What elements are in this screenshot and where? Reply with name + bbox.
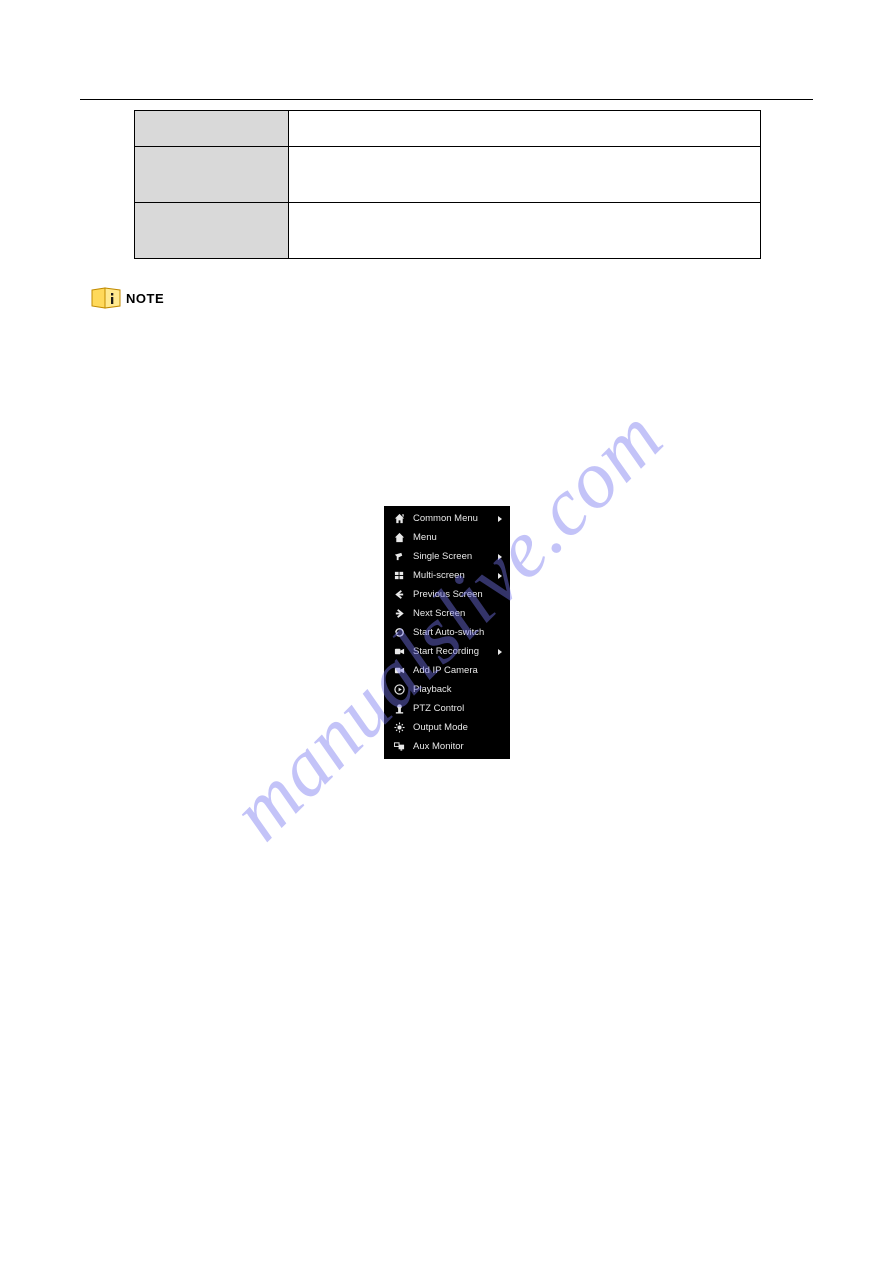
- arrow-right-icon: [394, 608, 405, 619]
- table-label-cell: [135, 147, 289, 203]
- refresh-icon: [394, 627, 405, 638]
- ptz-icon: [394, 703, 405, 714]
- table-desc-cell: [289, 111, 761, 147]
- camera-tilt-icon: [394, 551, 405, 562]
- table-label-cell: [135, 203, 289, 259]
- table-label-cell: [135, 111, 289, 147]
- menu-item-label: Start Auto-switch: [413, 627, 502, 638]
- menu-item-label: Common Menu: [413, 513, 490, 524]
- menu-item-multi-screen[interactable]: Multi-screen: [384, 566, 510, 585]
- menu-item-next-screen[interactable]: Next Screen: [384, 604, 510, 623]
- play-circle-icon: [394, 684, 405, 695]
- menu-item-output-mode[interactable]: Output Mode: [384, 718, 510, 737]
- table-row: [135, 147, 761, 203]
- menu-item-label: Previous Screen: [413, 589, 502, 600]
- menu-item-menu[interactable]: Menu: [384, 528, 510, 547]
- menu-item-label: Single Screen: [413, 551, 490, 562]
- home-icon: [394, 532, 405, 543]
- sun-icon: [394, 722, 405, 733]
- chevron-right-icon: [498, 649, 502, 655]
- menu-item-aux-monitor[interactable]: Aux Monitor: [384, 737, 510, 756]
- camcorder-plus-icon: [394, 665, 405, 676]
- menu-item-label: Output Mode: [413, 722, 502, 733]
- note-label: NOTE: [126, 291, 164, 306]
- menu-item-playback[interactable]: Playback: [384, 680, 510, 699]
- menu-item-label: Menu: [413, 532, 502, 543]
- menu-item-label: Playback: [413, 684, 502, 695]
- menu-item-label: Next Screen: [413, 608, 502, 619]
- menu-item-single-screen[interactable]: Single Screen: [384, 547, 510, 566]
- menu-item-label: Multi-screen: [413, 570, 490, 581]
- page-header: [80, 60, 813, 100]
- monitor-icon: [394, 741, 405, 752]
- arrow-left-icon: [394, 589, 405, 600]
- context-menu[interactable]: Common Menu Menu Single Screen Multi-screen…: [384, 506, 510, 759]
- note-callout: NOTE: [90, 287, 813, 309]
- menu-item-previous-screen[interactable]: Previous Screen: [384, 585, 510, 604]
- menu-item-label: PTZ Control: [413, 703, 502, 714]
- note-icon: [90, 287, 122, 309]
- table-desc-cell: [289, 147, 761, 203]
- camcorder-icon: [394, 646, 405, 657]
- table-row: [135, 111, 761, 147]
- table-desc-cell: [289, 203, 761, 259]
- menu-item-label: Start Recording: [413, 646, 490, 657]
- chevron-right-icon: [498, 554, 502, 560]
- menu-item-ptz-control[interactable]: PTZ Control: [384, 699, 510, 718]
- menu-item-add-ip-camera[interactable]: Add IP Camera: [384, 661, 510, 680]
- menu-item-label: Aux Monitor: [413, 741, 502, 752]
- table-row: [135, 203, 761, 259]
- chevron-right-icon: [498, 516, 502, 522]
- home-fancy-icon: [394, 513, 405, 524]
- parameters-table: [134, 110, 761, 259]
- menu-item-label: Add IP Camera: [413, 665, 502, 676]
- chevron-right-icon: [498, 573, 502, 579]
- menu-item-common-menu[interactable]: Common Menu: [384, 509, 510, 528]
- grid-icon: [394, 570, 405, 581]
- menu-item-start-recording[interactable]: Start Recording: [384, 642, 510, 661]
- menu-item-start-auto-switch[interactable]: Start Auto-switch: [384, 623, 510, 642]
